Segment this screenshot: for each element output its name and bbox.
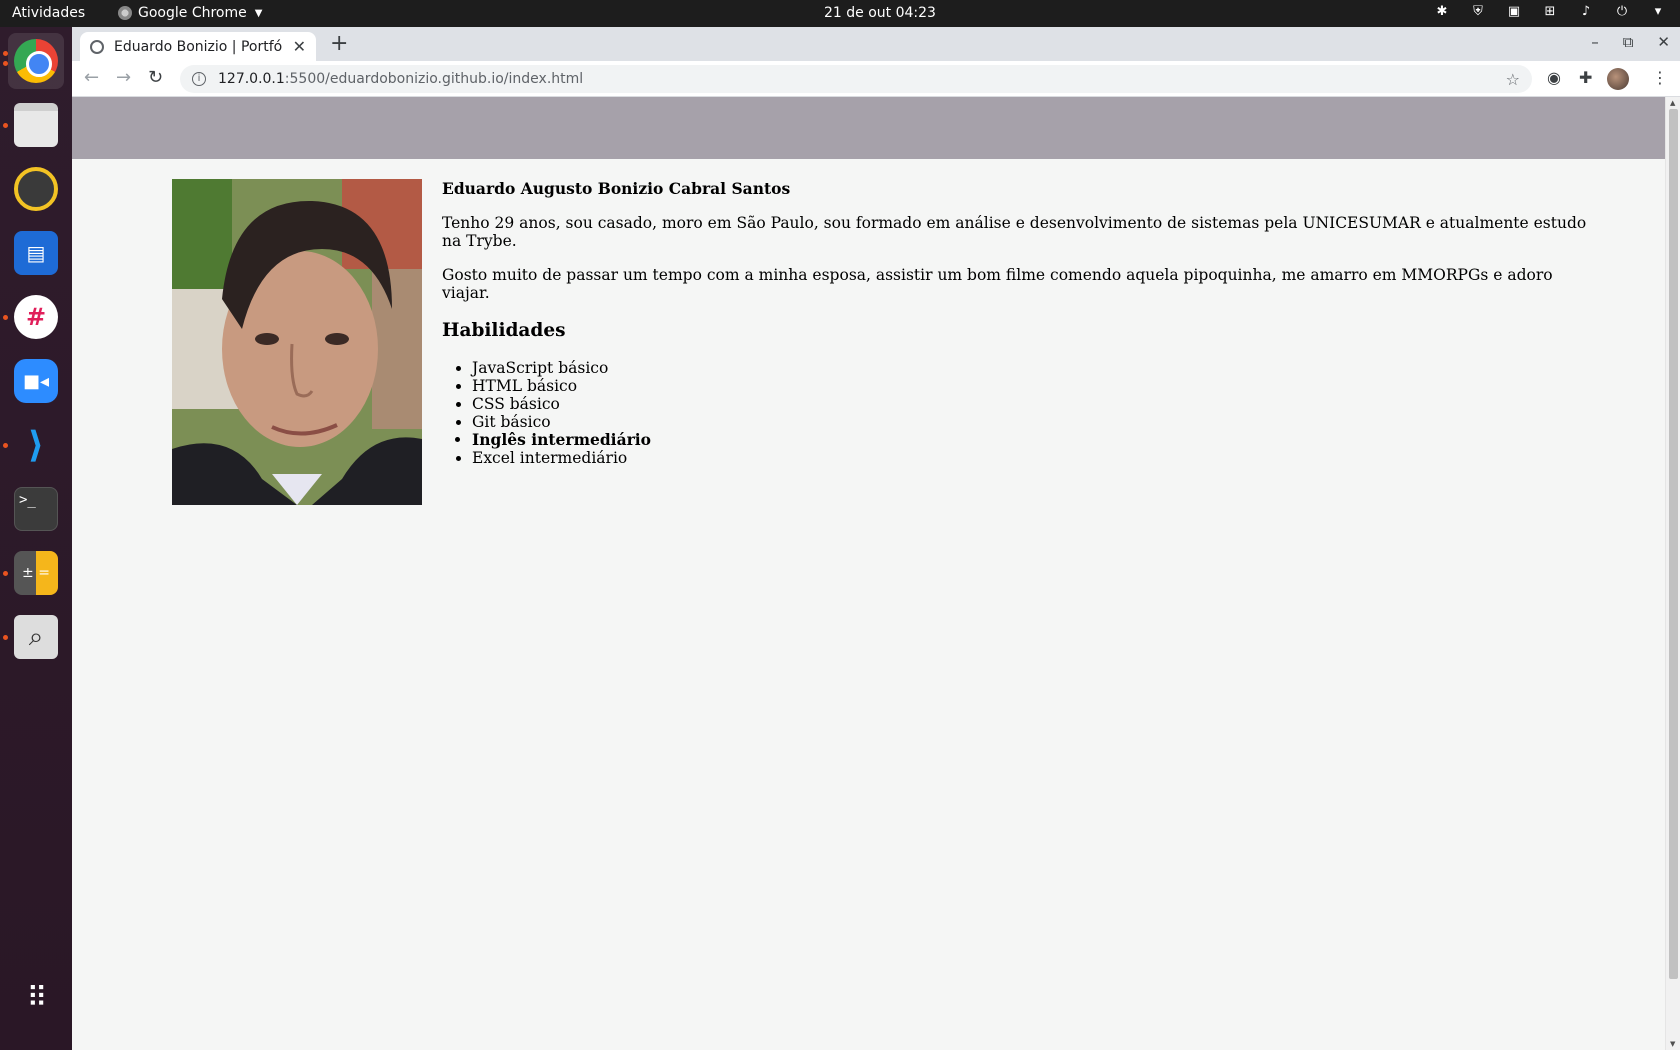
page-viewport: Eduardo Augusto Bonizio Cabral Santos Te… — [72, 97, 1680, 1050]
clock[interactable]: 21 de out 04:23 — [824, 5, 936, 21]
running-indicator — [3, 635, 8, 640]
tab-title: Eduardo Bonizio | Portfólio — [114, 38, 283, 55]
app-grid-icon: ⠿ — [26, 980, 48, 1014]
dock-files[interactable] — [8, 97, 64, 153]
url-path: :5500/eduardobonizio.github.io/index.htm… — [284, 71, 584, 87]
dock-writer[interactable]: ▤ — [8, 225, 64, 281]
caret-down-icon[interactable]: ▾ — [1650, 4, 1666, 20]
back-button[interactable]: ← — [84, 67, 99, 88]
rhythmbox-icon — [14, 167, 58, 211]
window-controls: – ⧉ ✕ — [1591, 33, 1670, 51]
running-indicator — [3, 443, 8, 448]
tab-strip: Eduardo Bonizio | Portfólio ✕ + – ⧉ ✕ — [72, 27, 1680, 61]
bookmark-star-icon[interactable]: ☆ — [1506, 70, 1520, 89]
dock-slack[interactable]: # — [8, 289, 64, 345]
zoom-tray-icon[interactable]: ▣ — [1506, 4, 1522, 20]
bio-paragraph-2: Gosto muito de passar um tempo com a min… — [442, 266, 1553, 302]
browser-tab[interactable]: Eduardo Bonizio | Portfólio ✕ — [80, 32, 316, 61]
menu-kebab-icon[interactable]: ⋮ — [1652, 68, 1668, 87]
chrome-icon — [14, 39, 58, 83]
minimize-icon[interactable]: – — [1591, 33, 1599, 51]
profile-avatar[interactable] — [1607, 68, 1629, 90]
site-info-icon[interactable]: i — [192, 72, 206, 86]
slack-icon: # — [14, 295, 58, 339]
portrait-illustration — [172, 179, 422, 505]
dock-vscode[interactable]: ⟩ — [8, 417, 64, 473]
skill-item: CSS básico — [472, 395, 1592, 413]
reload-button[interactable]: ↻ — [148, 67, 163, 88]
skill-item: Git básico — [472, 413, 1592, 431]
close-tab-icon[interactable]: ✕ — [293, 37, 306, 56]
dock-calculator[interactable]: ± = — [8, 545, 64, 601]
restore-icon[interactable]: ⧉ — [1623, 33, 1634, 51]
show-applications-button[interactable]: ⠿ — [8, 969, 64, 1025]
scroll-down-icon[interactable]: ▼ — [1670, 1040, 1675, 1048]
skills-heading: Habilidades — [442, 320, 566, 341]
running-indicator — [3, 123, 8, 128]
running-indicator — [3, 61, 8, 66]
profile-content: Eduardo Augusto Bonizio Cabral Santos Te… — [442, 177, 1592, 467]
magnifier-icon: ⌕ — [14, 615, 58, 659]
address-bar[interactable]: i 127.0.0.1:5500/eduardobonizio.github.i… — [180, 65, 1532, 93]
close-window-icon[interactable]: ✕ — [1657, 33, 1670, 51]
app-menu[interactable]: Google Chrome ▼ — [118, 5, 262, 21]
dock-terminal[interactable]: >_ — [8, 481, 64, 537]
skill-item: HTML básico — [472, 377, 1592, 395]
running-indicator — [3, 51, 8, 56]
skill-item-highlighted: Inglês intermediário — [472, 431, 1592, 449]
profile-photo — [172, 179, 422, 505]
app-menu-label: Google Chrome — [138, 5, 247, 21]
scroll-up-icon[interactable]: ▲ — [1670, 99, 1675, 107]
writer-icon: ▤ — [14, 231, 58, 275]
browser-toolbar: ← → ↻ i 127.0.0.1:5500/eduardobonizio.gi… — [72, 61, 1680, 97]
extension-icon[interactable]: ◉ — [1547, 68, 1561, 87]
dock-zoom[interactable]: ■◂ — [8, 353, 64, 409]
system-tray[interactable]: ✱ ⛨ ▣ ⊞ ♪ ⏻ ▾ — [1434, 4, 1666, 20]
network-icon[interactable]: ⊞ — [1542, 4, 1558, 20]
calculator-icon: ± = — [14, 551, 58, 595]
chrome-app-icon — [118, 6, 132, 20]
skill-item: Excel intermediário — [472, 449, 1592, 467]
new-tab-button[interactable]: + — [330, 31, 348, 56]
running-indicator — [3, 571, 8, 576]
dock-chrome[interactable] — [8, 33, 64, 89]
dock: ▤ # ■◂ ⟩ >_ ± = ⌕ ⠿ — [0, 27, 72, 1050]
globe-icon — [90, 39, 104, 54]
terminal-icon: >_ — [14, 487, 58, 531]
running-indicator — [3, 315, 8, 320]
forward-button[interactable]: → — [116, 67, 131, 88]
url-host: 127.0.0.1 — [218, 71, 285, 87]
scrollbar-thumb[interactable] — [1669, 109, 1678, 979]
activities-button[interactable]: Atividades — [12, 5, 85, 21]
shield-icon[interactable]: ⛨ — [1470, 4, 1486, 20]
files-icon — [14, 103, 58, 147]
url-text: 127.0.0.1:5500/eduardobonizio.github.io/… — [218, 71, 583, 87]
bio-paragraph-1: Tenho 29 anos, sou casado, moro em São P… — [442, 214, 1587, 250]
zoom-icon: ■◂ — [14, 359, 58, 403]
vertical-scrollbar[interactable]: ▲ ▼ — [1665, 97, 1680, 1050]
vscode-icon: ⟩ — [27, 424, 45, 466]
system-top-bar: Atividades Google Chrome ▼ 21 de out 04:… — [0, 0, 1680, 27]
browser-window: Eduardo Bonizio | Portfólio ✕ + – ⧉ ✕ ← … — [72, 27, 1680, 1050]
slack-tray-icon[interactable]: ✱ — [1434, 4, 1450, 20]
caret-down-icon: ▼ — [254, 7, 263, 19]
skills-list: JavaScript básico HTML básico CSS básico… — [472, 359, 1592, 467]
power-icon[interactable]: ⏻ — [1614, 4, 1630, 20]
profile-name: Eduardo Augusto Bonizio Cabral Santos — [442, 179, 791, 198]
puzzle-icon[interactable]: ✚ — [1579, 68, 1592, 87]
dock-rhythmbox[interactable] — [8, 161, 64, 217]
dock-search[interactable]: ⌕ — [8, 609, 64, 665]
volume-icon[interactable]: ♪ — [1578, 4, 1594, 20]
skill-item: JavaScript básico — [472, 359, 1592, 377]
site-header — [72, 97, 1665, 159]
